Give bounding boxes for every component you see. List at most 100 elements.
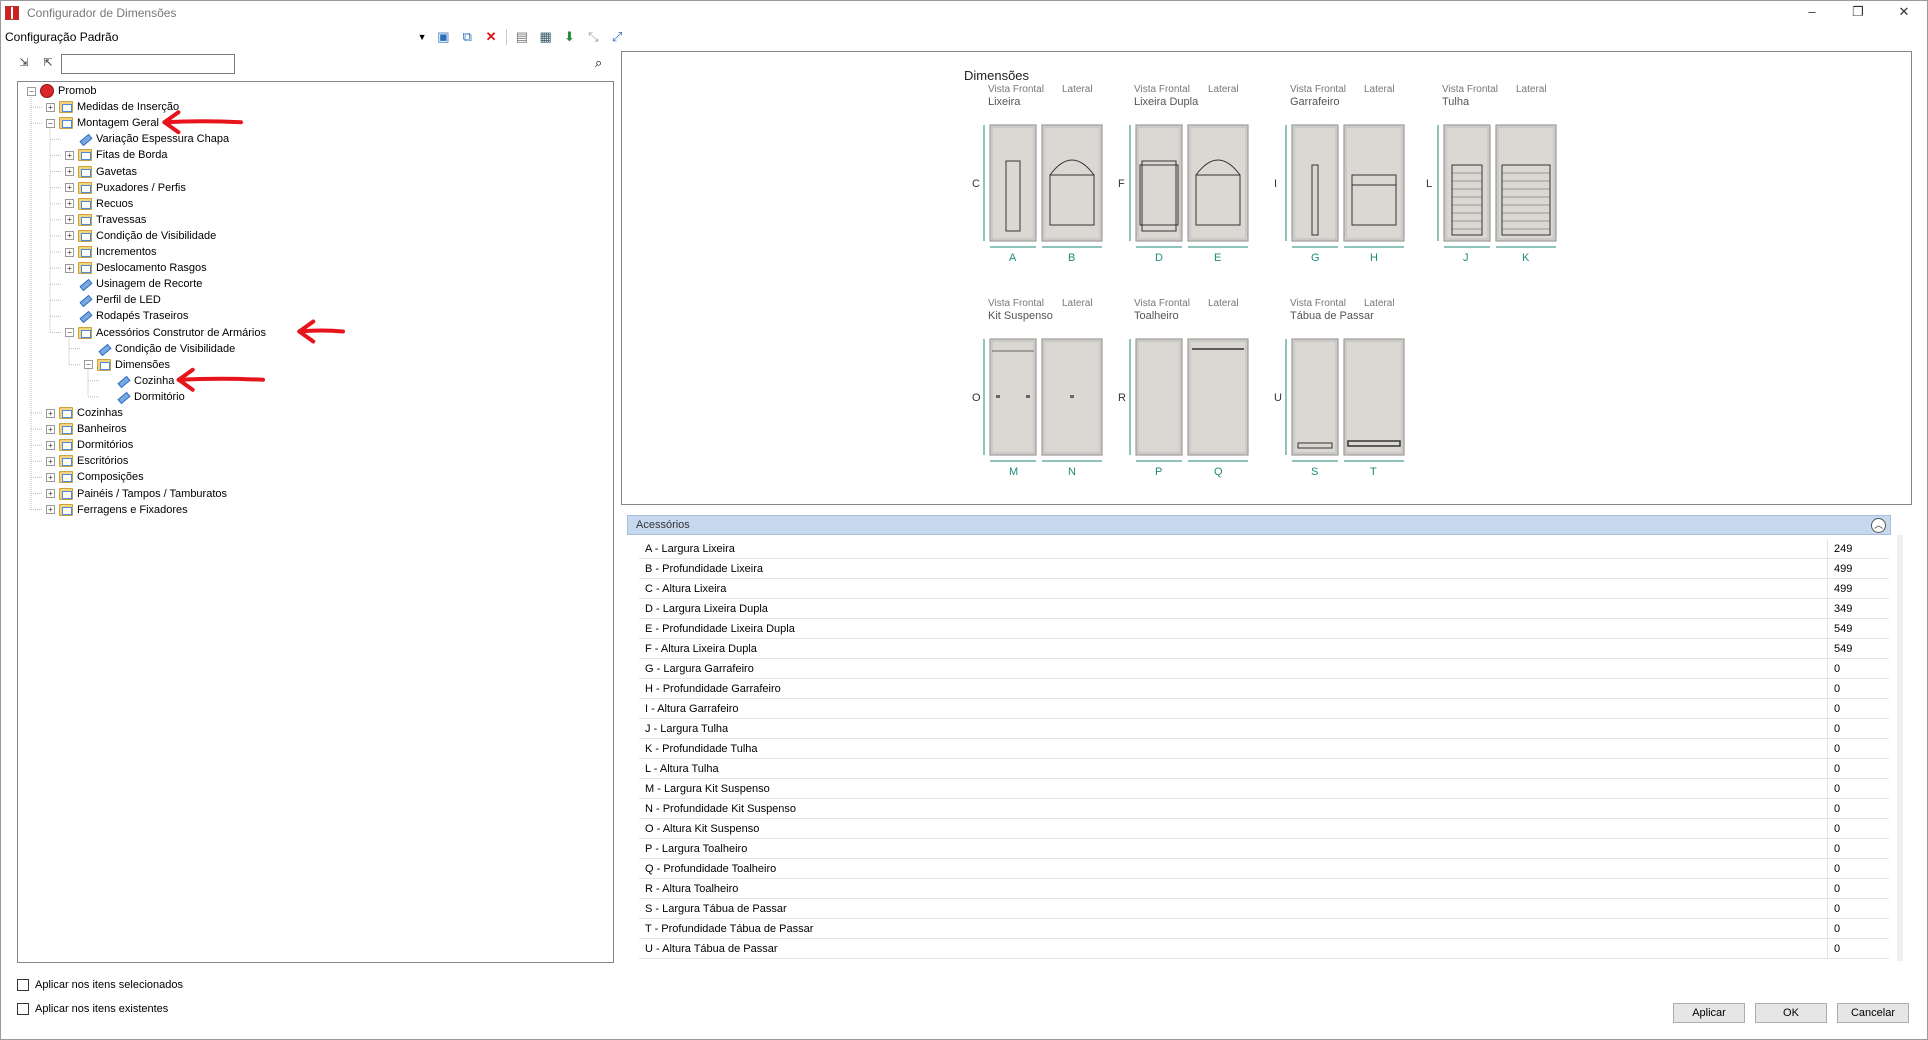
group-name: Tábua de Passar (1290, 310, 1374, 322)
property-row[interactable]: F - Altura Lixeira Dupla 549 (639, 639, 1889, 659)
property-value[interactable]: 0 (1827, 859, 1889, 879)
tree-item[interactable]: + Painéis / Tampos / Tamburatos (46, 486, 227, 502)
apply-button[interactable]: Aplicar (1673, 1003, 1745, 1023)
cancel-button[interactable]: Cancelar (1837, 1003, 1909, 1023)
accessories-header[interactable]: Acessórios ︿ (627, 515, 1891, 535)
property-value[interactable]: 0 (1827, 799, 1889, 819)
side-view-label: Lateral (1364, 298, 1395, 309)
property-row[interactable]: E - Profundidade Lixeira Dupla 549 (639, 619, 1889, 639)
close-button[interactable]: ✕ (1881, 1, 1927, 23)
property-row[interactable]: G - Largura Garrafeiro 0 (639, 659, 1889, 679)
expand-node-icon[interactable]: + (46, 472, 55, 482)
property-value[interactable]: 249 (1827, 539, 1889, 559)
property-value[interactable]: 549 (1827, 639, 1889, 659)
property-row[interactable]: L - Altura Tulha 0 (639, 759, 1889, 779)
apply-existing-checkbox[interactable]: Aplicar nos itens existentes (17, 1001, 168, 1017)
property-value[interactable]: 0 (1827, 699, 1889, 719)
minimize-button[interactable]: – (1789, 1, 1835, 23)
property-value[interactable]: 349 (1827, 599, 1889, 619)
property-value[interactable]: 0 (1827, 819, 1889, 839)
property-row[interactable]: S - Largura Tábua de Passar 0 (639, 899, 1889, 919)
property-row[interactable]: A - Largura Lixeira 249 (639, 539, 1889, 559)
property-label: P - Largura Toalheiro (645, 843, 748, 855)
save-all-icon[interactable]: ▦ (537, 28, 555, 46)
property-row[interactable]: I - Altura Garrafeiro 0 (639, 699, 1889, 719)
collapse-icon[interactable]: ⤡ (584, 28, 602, 46)
tree-item[interactable]: + Banheiros (46, 421, 127, 437)
checkbox-box[interactable] (17, 979, 29, 991)
property-value[interactable]: 0 (1827, 719, 1889, 739)
expand-node-icon[interactable]: + (46, 456, 55, 466)
vertical-scrollbar[interactable] (1897, 535, 1903, 961)
dropdown-arrow-icon[interactable]: ▼ (418, 27, 427, 47)
tree-item[interactable]: + Escritórios (46, 453, 128, 469)
binoculars-icon[interactable]: ⌕ (595, 55, 602, 71)
property-row[interactable]: Q - Profundidade Toalheiro 0 (639, 859, 1889, 879)
height-letter: F (1118, 178, 1125, 190)
expand-node-icon[interactable]: + (46, 489, 55, 498)
tree-item-label: Composições (77, 471, 144, 484)
property-value[interactable]: 0 (1827, 759, 1889, 779)
property-row[interactable]: C - Altura Lixeira 499 (639, 579, 1889, 599)
property-row[interactable]: T - Profundidade Tábua de Passar 0 (639, 919, 1889, 939)
expand-node-icon[interactable]: + (46, 440, 55, 450)
maximize-button[interactable]: ❐ (1835, 1, 1881, 23)
accessory-detail (996, 395, 1000, 398)
property-value[interactable]: 0 (1827, 779, 1889, 799)
property-value[interactable]: 0 (1827, 839, 1889, 859)
expand-node-icon[interactable]: + (46, 505, 55, 515)
save-icon[interactable]: ▤ (513, 28, 531, 46)
property-row[interactable]: R - Altura Toalheiro 0 (639, 879, 1889, 899)
property-row[interactable]: U - Altura Tábua de Passar 0 (639, 939, 1889, 959)
side-view-label: Lateral (1208, 84, 1239, 95)
property-row[interactable]: H - Profundidade Garrafeiro 0 (639, 679, 1889, 699)
property-value[interactable]: 549 (1827, 619, 1889, 639)
width-letter: P (1155, 466, 1162, 478)
copy-icon[interactable]: ⧉ (458, 28, 476, 46)
apply-icon[interactable]: ⬇ (561, 28, 579, 46)
height-letter: C (972, 178, 980, 190)
depth-letter: Q (1214, 466, 1223, 478)
property-value[interactable]: 0 (1827, 679, 1889, 699)
tree-item[interactable]: + Dormitórios (46, 437, 133, 453)
property-value[interactable]: 0 (1827, 659, 1889, 679)
property-label: M - Largura Kit Suspenso (645, 783, 770, 795)
property-row[interactable]: O - Altura Kit Suspenso 0 (639, 819, 1889, 839)
front-cabinet (1135, 338, 1183, 456)
front-view-label: Vista Frontal (988, 84, 1044, 95)
group-name: Toalheiro (1134, 310, 1179, 322)
depth-letter: H (1370, 252, 1378, 264)
property-value[interactable]: 0 (1827, 939, 1889, 959)
property-value[interactable]: 0 (1827, 879, 1889, 899)
property-row[interactable]: D - Largura Lixeira Dupla 349 (639, 599, 1889, 619)
ok-button[interactable]: OK (1755, 1003, 1827, 1023)
property-label: G - Largura Garrafeiro (645, 663, 754, 675)
folder-icon (59, 439, 73, 452)
property-value[interactable]: 0 (1827, 899, 1889, 919)
expand-icon[interactable]: ⤢ (608, 28, 626, 46)
tree-item[interactable]: + Composições (46, 469, 144, 485)
checkbox-box[interactable] (17, 1003, 29, 1015)
apply-selected-checkbox[interactable]: Aplicar nos itens selecionados (17, 977, 183, 993)
property-value[interactable]: 499 (1827, 579, 1889, 599)
property-value[interactable]: 0 (1827, 919, 1889, 939)
property-row[interactable]: N - Profundidade Kit Suspenso 0 (639, 799, 1889, 819)
depth-letter: T (1370, 466, 1377, 478)
property-row[interactable]: J - Largura Tulha 0 (639, 719, 1889, 739)
property-row[interactable]: M - Largura Kit Suspenso 0 (639, 779, 1889, 799)
tree-item[interactable]: + Ferragens e Fixadores (46, 502, 188, 518)
expand-node-icon[interactable]: + (46, 424, 55, 434)
front-view-label: Vista Frontal (1442, 84, 1498, 95)
property-label: A - Largura Lixeira (645, 543, 735, 555)
collapse-section-icon[interactable]: ︿ (1871, 518, 1886, 533)
delete-icon[interactable]: ✕ (482, 28, 500, 46)
property-value[interactable]: 0 (1827, 739, 1889, 759)
property-value[interactable]: 499 (1827, 559, 1889, 579)
property-row[interactable]: P - Largura Toalheiro 0 (639, 839, 1889, 859)
property-row[interactable]: K - Profundidade Tulha 0 (639, 739, 1889, 759)
window-check-icon[interactable]: ▣ (435, 28, 453, 46)
front-view-label: Vista Frontal (1290, 84, 1346, 95)
property-row[interactable]: B - Profundidade Lixeira 499 (639, 559, 1889, 579)
side-view-label: Lateral (1364, 84, 1395, 95)
property-label: D - Largura Lixeira Dupla (645, 603, 768, 615)
